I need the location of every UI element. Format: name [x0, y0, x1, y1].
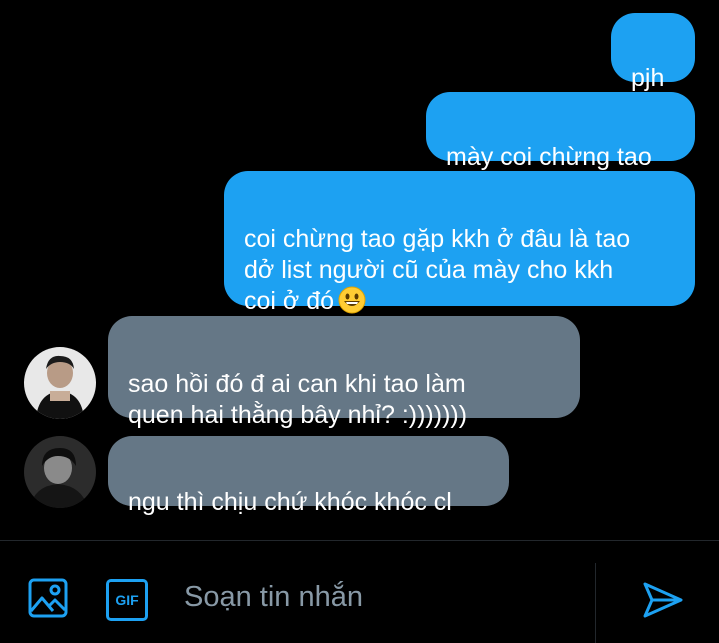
divider — [595, 563, 596, 643]
grinning-face-emoji-icon — [338, 286, 366, 314]
message-composer: GIF Soạn tin nhắn — [0, 540, 719, 643]
message-bubble-outgoing[interactable]: pjh — [611, 13, 695, 92]
avatar[interactable] — [24, 436, 96, 508]
avatar-user-2-icon — [24, 436, 96, 508]
message-text: sao hồi đó đ ai can khi tao làm quen hai… — [128, 370, 468, 429]
avatar-user-1-icon — [24, 347, 96, 419]
message-bubble-incoming[interactable]: ngu thì chịu chứ khóc khóc cl — [108, 436, 509, 516]
avatar[interactable] — [24, 347, 96, 419]
message-text: mày coi chừng tao — [446, 143, 652, 171]
message-input[interactable]: Soạn tin nhắn — [184, 581, 363, 614]
send-icon[interactable] — [642, 581, 684, 619]
message-input-placeholder: Soạn tin nhắn — [184, 581, 363, 613]
message-bubble-incoming[interactable]: sao hồi đó đ ai can khi tao làm quen hai… — [108, 316, 580, 429]
message-text: coi chừng tao gặp kkh ở đâu là tao dở li… — [244, 225, 631, 315]
message-bubble-outgoing[interactable]: coi chừng tao gặp kkh ở đâu là tao dở li… — [224, 171, 695, 315]
gif-icon: GIF — [115, 592, 139, 608]
gif-button[interactable]: GIF — [106, 579, 148, 621]
message-bubble-outgoing[interactable]: mày coi chừng tao — [426, 92, 695, 171]
message-text: pjh — [631, 64, 665, 92]
message-text: ngu thì chịu chứ khóc khóc cl — [128, 488, 452, 516]
image-icon[interactable] — [28, 578, 68, 618]
